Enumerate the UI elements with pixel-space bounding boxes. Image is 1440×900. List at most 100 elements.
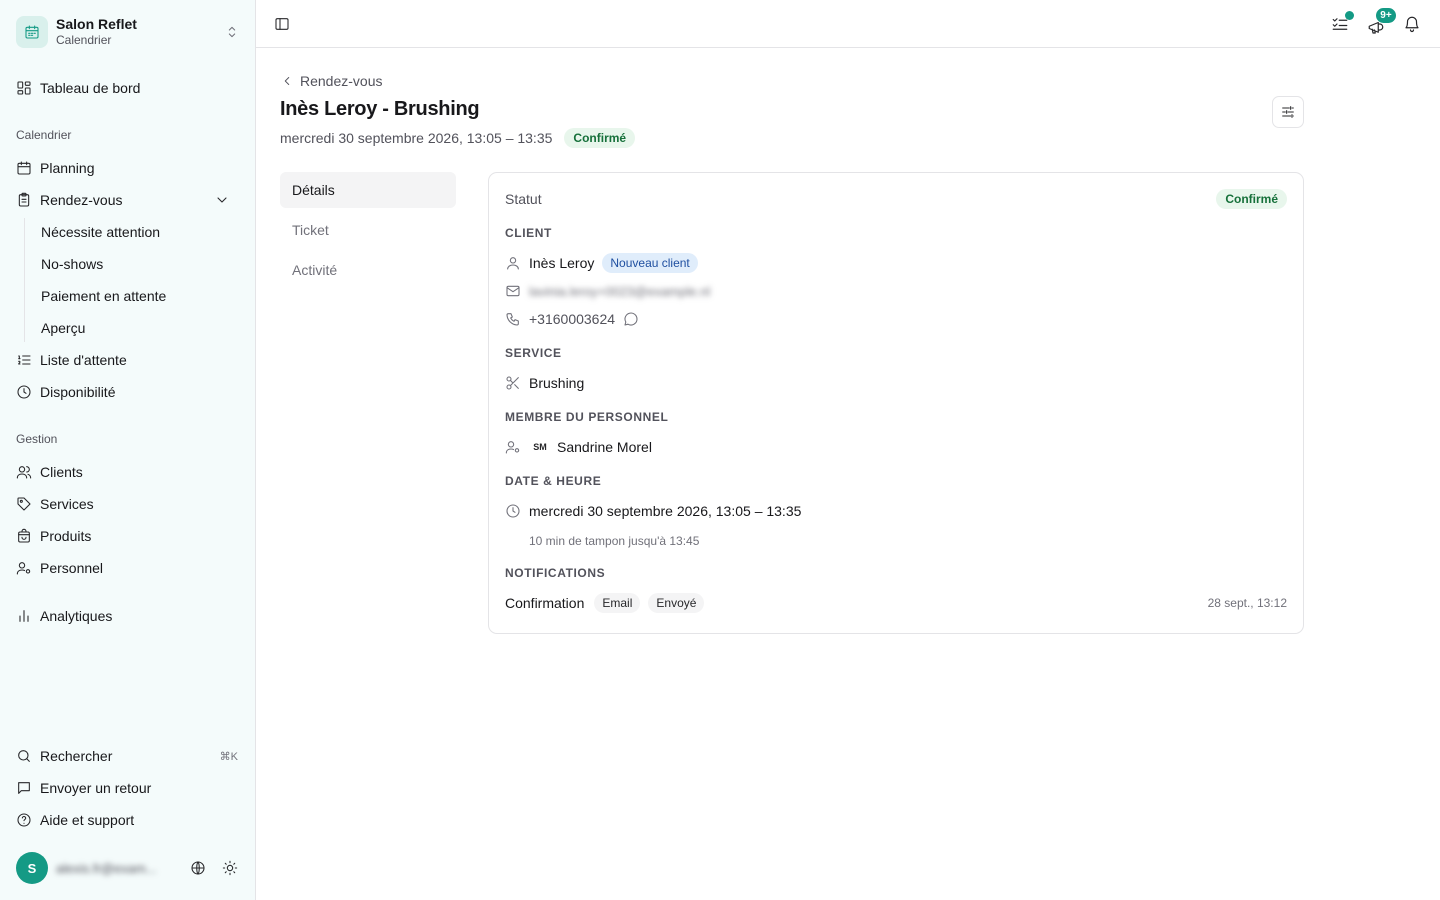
bell-icon xyxy=(1405,16,1419,33)
theme-toggle-button[interactable] xyxy=(218,856,242,880)
layout-grid-icon xyxy=(17,81,31,95)
sidebar-item-label: Tableau de bord xyxy=(40,80,141,96)
users-icon xyxy=(16,466,32,479)
announcements-count-badge: 9+ xyxy=(1376,8,1396,23)
sidebar-item-clients[interactable]: Clients xyxy=(8,458,248,486)
section-heading-notifications: Notifications xyxy=(505,566,606,580)
sidebar-subitem-overview[interactable]: Aperçu xyxy=(33,314,243,342)
sidebar-item-analytics[interactable]: Analytiques xyxy=(8,602,248,630)
staff-name: Sandrine Morel xyxy=(557,439,652,455)
status-badge: Confirmé xyxy=(564,128,636,148)
chevron-down-icon[interactable] xyxy=(214,192,230,208)
user-email: alexis.fr@exam... xyxy=(56,860,157,876)
client-phone-row: +3160003624 xyxy=(505,309,1287,329)
tab-details[interactable]: Détails xyxy=(280,172,456,208)
sidebar-item-dashboard[interactable]: Tableau de bord xyxy=(8,74,248,102)
sidebar-item-label: Planning xyxy=(40,160,95,176)
chevron-left-icon xyxy=(284,77,290,85)
list-ordered-icon xyxy=(18,355,31,365)
client-name[interactable]: Inès Leroy xyxy=(529,255,594,271)
appointment-details-card: Statut Confirmé Client Inès Leroy Nouvea… xyxy=(488,172,1304,634)
chevrons-up-down-icon xyxy=(224,24,240,40)
clock-icon xyxy=(17,385,31,399)
top-bar: 9+ xyxy=(256,0,1440,48)
globe-icon xyxy=(191,861,205,875)
message-square-icon xyxy=(18,782,30,794)
user-cog-icon xyxy=(16,562,31,575)
sidebar-item-products[interactable]: Produits xyxy=(8,522,248,550)
status-badge: Confirmé xyxy=(1216,189,1287,209)
notifications-button[interactable] xyxy=(1400,8,1424,40)
client-name-row: Inès Leroy Nouveau client xyxy=(505,253,1287,273)
section-heading-staff: Membre du personnel xyxy=(505,410,669,424)
page-subtitle: mercredi 30 septembre 2026, 13:05 – 13:3… xyxy=(280,128,636,148)
section-heading-service: Service xyxy=(505,346,562,360)
breadcrumb-label: Rendez-vous xyxy=(300,73,383,89)
client-email[interactable]: lavinia.leroy+0023@example.nl xyxy=(529,284,710,299)
sidebar-item-label: Produits xyxy=(40,528,92,544)
sidebar: Salon Reflet Calendrier Tableau de bord … xyxy=(0,0,256,900)
sidebar-item-staff[interactable]: Personnel xyxy=(8,554,248,582)
buffer-row: 10 min de tampon jusqu'à 13:45 xyxy=(529,532,1287,550)
buffer-note: 10 min de tampon jusqu'à 13:45 xyxy=(529,534,700,548)
status-row: Statut Confirmé xyxy=(505,189,1287,209)
sidebar-subitem-no-shows[interactable]: No-shows xyxy=(33,250,243,278)
sidebar-item-search[interactable]: Rechercher ⌘K xyxy=(8,742,248,770)
sidebar-item-availability[interactable]: Disponibilité xyxy=(8,378,248,406)
sidebar-item-label: Personnel xyxy=(40,560,104,576)
phone-icon xyxy=(506,313,519,326)
user-cog-icon xyxy=(505,441,520,454)
mail-icon xyxy=(506,285,520,297)
new-client-badge: Nouveau client xyxy=(602,253,698,273)
sidebar-subitem-needs-attention[interactable]: Nécessite attention xyxy=(33,218,243,246)
workspace-subtitle: Calendrier xyxy=(56,33,112,47)
user-menu[interactable]: S alexis.fr@exam... xyxy=(16,852,244,884)
tag-icon xyxy=(17,497,31,511)
tab-ticket[interactable]: Ticket xyxy=(280,212,456,248)
sidebar-item-planning[interactable]: Planning xyxy=(8,154,248,182)
client-email-row: lavinia.leroy+0023@example.nl xyxy=(505,281,1287,301)
breadcrumb-back-link[interactable]: Rendez-vous xyxy=(280,73,383,89)
sidebar-item-label: Services xyxy=(40,496,94,512)
scissors-icon xyxy=(506,376,519,390)
sidebar-item-label: Analytiques xyxy=(40,608,113,624)
staff-initials-avatar: SM xyxy=(533,442,547,452)
sidebar-item-help[interactable]: Aide et support xyxy=(8,806,248,834)
sidebar-item-appointments[interactable]: Rendez-vous xyxy=(8,186,248,214)
panel-left-icon xyxy=(275,18,289,30)
bar-chart-icon xyxy=(19,610,29,622)
sidebar-subitem-pending-payment[interactable]: Paiement en attente xyxy=(33,282,243,310)
sidebar-item-waitlist[interactable]: Liste d'attente xyxy=(8,346,248,374)
message-circle-icon[interactable] xyxy=(623,311,639,327)
sidebar-item-label: Rendez-vous xyxy=(40,192,123,208)
sidebar-item-label: Aide et support xyxy=(40,812,135,828)
tasks-button[interactable] xyxy=(1328,8,1354,40)
service-name: Brushing xyxy=(529,375,585,391)
appointment-datetime: mercredi 30 septembre 2026, 13:05 – 13:3… xyxy=(280,130,553,146)
sliders-horizontal-icon xyxy=(1282,106,1294,118)
announcements-button[interactable]: 9+ xyxy=(1364,8,1396,40)
tab-activity[interactable]: Activité xyxy=(280,252,456,288)
workspace-name: Salon Reflet xyxy=(56,16,137,32)
section-heading-client: Client xyxy=(505,226,552,240)
sidebar-item-label: Liste d'attente xyxy=(40,352,127,368)
sidebar-toggle-button[interactable] xyxy=(270,12,294,36)
search-shortcut: ⌘K xyxy=(219,750,238,763)
sun-icon xyxy=(222,860,238,876)
notification-time: 28 sept., 13:12 xyxy=(1207,596,1287,610)
status-label: Statut xyxy=(505,191,542,207)
avatar[interactable]: S xyxy=(16,852,48,884)
calendar-days-icon xyxy=(17,161,31,175)
language-button[interactable] xyxy=(186,856,210,880)
sidebar-item-services[interactable]: Services xyxy=(8,490,248,518)
shopping-bag-icon xyxy=(18,528,30,543)
sidebar-item-label: Rechercher xyxy=(40,748,113,764)
staff-row: SM Sandrine Morel xyxy=(505,437,1287,457)
sidebar-item-feedback[interactable]: Envoyer un retour xyxy=(8,774,248,802)
notification-row: Confirmation Email Envoyé 28 sept., 13:1… xyxy=(505,593,1287,613)
settings-button[interactable] xyxy=(1272,96,1304,128)
client-phone[interactable]: +3160003624 xyxy=(529,311,615,327)
page-title: Inès Leroy - Brushing xyxy=(280,98,480,120)
sidebar-item-label: Envoyer un retour xyxy=(40,780,152,796)
workspace-switcher[interactable]: Salon Reflet Calendrier xyxy=(8,12,248,52)
